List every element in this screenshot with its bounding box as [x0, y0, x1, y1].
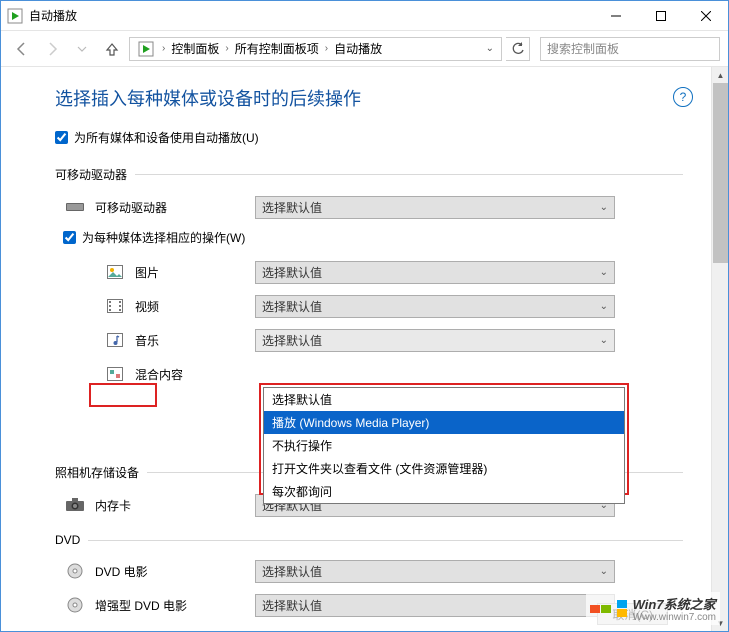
chevron-right-icon[interactable]: ›: [223, 43, 230, 54]
media-video-select[interactable]: 选择默认值⌄: [255, 295, 615, 318]
camera-icon: [63, 498, 87, 512]
chevron-right-icon[interactable]: ›: [160, 43, 167, 54]
media-video-label: 视频: [135, 298, 255, 315]
scrollbar-thumb[interactable]: [713, 83, 728, 263]
dropdown-option-selected[interactable]: 播放 (Windows Media Player): [264, 411, 624, 434]
media-mixed-row: 混合内容: [95, 362, 683, 386]
back-button[interactable]: [9, 36, 35, 62]
music-dropdown-list[interactable]: 选择默认值 播放 (Windows Media Player) 不执行操作 打开…: [263, 387, 625, 504]
watermark: Win7系统之家 Www.winwin7.com: [586, 592, 720, 625]
removable-drive-label: 可移动驱动器: [95, 199, 255, 216]
maximize-button[interactable]: [638, 1, 683, 30]
media-mixed-label: 混合内容: [135, 366, 255, 383]
enhanced-dvd-label: 增强型 DVD 电影: [95, 597, 255, 614]
section-dvd: DVD: [13, 533, 683, 547]
dvd-movie-row: DVD 电影 选择默认值⌄: [55, 559, 683, 583]
crumb-all-items[interactable]: 所有控制面板项: [233, 40, 321, 57]
dvd-movie-label: DVD 电影: [95, 563, 255, 580]
dvd-movie-select[interactable]: 选择默认值⌄: [255, 560, 615, 583]
chevron-down-icon: ⌄: [600, 202, 608, 213]
close-button[interactable]: [683, 1, 728, 30]
help-icon[interactable]: ?: [673, 87, 693, 107]
use-autoplay-all-label: 为所有媒体和设备使用自动播放(U): [74, 129, 259, 146]
dropdown-option[interactable]: 不执行操作: [264, 434, 624, 457]
choose-each-label: 为每种媒体选择相应的操作(W): [82, 229, 245, 246]
navbar: › 控制面板 › 所有控制面板项 › 自动播放 ⌄ 搜索控制面板: [1, 31, 728, 67]
media-music-select[interactable]: 选择默认值⌄: [255, 329, 615, 352]
autoplay-icon: [138, 41, 154, 57]
media-pic-row: 图片 选择默认值⌄: [95, 260, 683, 284]
enhanced-dvd-select[interactable]: 选择默认值⌄: [255, 594, 615, 617]
forward-button[interactable]: [39, 36, 65, 62]
chevron-right-icon[interactable]: ›: [323, 43, 330, 54]
section-camera-title: 照相机存储设备: [55, 464, 139, 481]
picture-icon: [103, 265, 127, 279]
media-video-row: 视频 选择默认值⌄: [95, 294, 683, 318]
video-icon: [103, 299, 127, 313]
address-breadcrumb[interactable]: › 控制面板 › 所有控制面板项 › 自动播放 ⌄: [129, 37, 502, 61]
section-removable: 可移动驱动器: [13, 166, 683, 183]
search-input[interactable]: 搜索控制面板: [540, 37, 720, 61]
disc-icon: [63, 563, 87, 579]
up-button[interactable]: [99, 36, 125, 62]
watermark-url: Www.winwin7.com: [633, 613, 716, 623]
autoplay-app-icon: [7, 8, 23, 24]
window: 自动播放 › 控制面板 › 所有控制面板项 › 自动播放 ⌄ 搜索控制面板 ? …: [0, 0, 729, 632]
dropdown-option[interactable]: 选择默认值: [264, 388, 624, 411]
removable-drive-row: 可移动驱动器 选择默认值 ⌄: [55, 195, 683, 219]
choose-each-input[interactable]: [63, 231, 76, 244]
search-placeholder: 搜索控制面板: [547, 40, 619, 57]
scroll-up-icon[interactable]: ▲: [713, 67, 728, 83]
content-area: ? 选择插入每种媒体或设备时的后续操作 为所有媒体和设备使用自动播放(U) 可移…: [1, 67, 728, 631]
refresh-button[interactable]: [506, 37, 530, 61]
windows-logo-icon: [590, 605, 611, 613]
mixed-icon: [103, 367, 127, 381]
dropdown-option[interactable]: 每次都询问: [264, 480, 624, 503]
main-panel: ? 选择插入每种媒体或设备时的后续操作 为所有媒体和设备使用自动播放(U) 可移…: [1, 67, 711, 631]
choose-each-checkbox[interactable]: 为每种媒体选择相应的操作(W): [63, 229, 683, 246]
divider: [88, 540, 683, 541]
disc-icon: [63, 597, 87, 613]
window-buttons: [593, 1, 728, 30]
memory-card-label: 内存卡: [95, 497, 255, 514]
chevron-down-icon: ⌄: [600, 267, 608, 278]
vertical-scrollbar[interactable]: ▲ ▼: [711, 67, 728, 631]
media-pic-select[interactable]: 选择默认值⌄: [255, 261, 615, 284]
section-removable-title: 可移动驱动器: [55, 166, 127, 183]
chevron-down-icon: ⌄: [600, 335, 608, 346]
dropdown-option[interactable]: 打开文件夹以查看文件 (文件资源管理器): [264, 457, 624, 480]
media-music-label: 音乐: [135, 332, 255, 349]
chevron-down-icon: ⌄: [600, 301, 608, 312]
titlebar: 自动播放: [1, 1, 728, 31]
watermark-brand: Win7系统之家: [633, 597, 716, 612]
music-icon: [103, 333, 127, 347]
media-music-row: 音乐 选择默认值⌄: [95, 328, 683, 352]
address-dropdown-icon[interactable]: ⌄: [483, 43, 497, 54]
window-title: 自动播放: [29, 7, 77, 24]
minimize-button[interactable]: [593, 1, 638, 30]
recent-dropdown[interactable]: [69, 36, 95, 62]
removable-drive-icon: [63, 201, 87, 213]
use-autoplay-all-checkbox[interactable]: 为所有媒体和设备使用自动播放(U): [55, 129, 683, 146]
windows-logo-icon: [617, 600, 627, 617]
crumb-autoplay[interactable]: 自动播放: [332, 40, 384, 57]
section-dvd-title: DVD: [55, 533, 80, 547]
chevron-down-icon: ⌄: [600, 566, 608, 577]
media-pic-label: 图片: [135, 264, 255, 281]
divider: [135, 174, 683, 175]
use-autoplay-all-input[interactable]: [55, 131, 68, 144]
crumb-control-panel[interactable]: 控制面板: [169, 40, 221, 57]
removable-drive-select[interactable]: 选择默认值 ⌄: [255, 196, 615, 219]
page-title: 选择插入每种媒体或设备时的后续操作: [55, 85, 683, 111]
